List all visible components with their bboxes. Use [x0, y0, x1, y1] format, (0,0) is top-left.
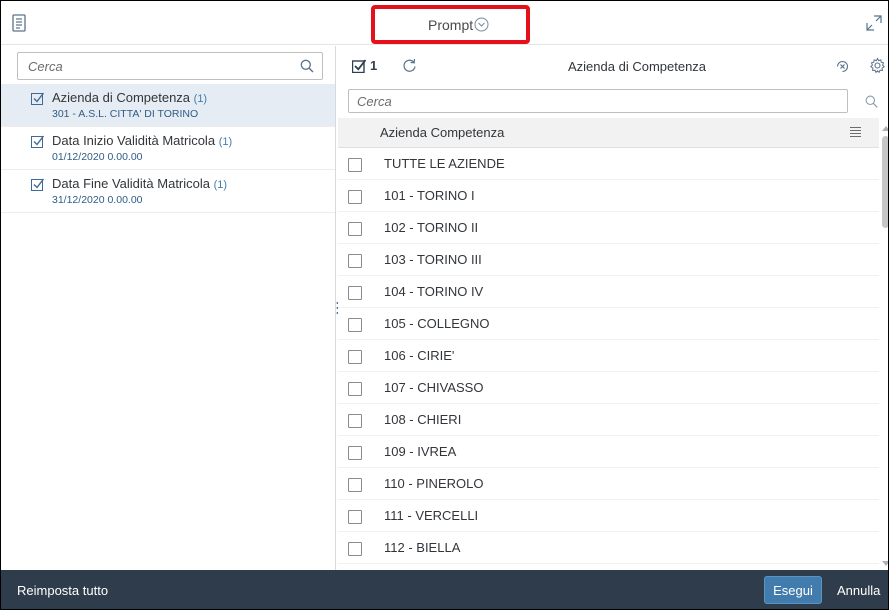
value-label: 110 - PINEROLO: [384, 476, 484, 491]
prompt-item-data-fine[interactable]: Data Fine Validità Matricola (1) 31/12/2…: [1, 170, 335, 213]
prompt-name-text: Azienda di Competenza: [52, 90, 191, 105]
expand-icon[interactable]: [864, 13, 884, 33]
prompt-list: Azienda di Competenza (1) 301 - A.S.L. C…: [1, 84, 335, 213]
refresh-icon[interactable]: [402, 58, 417, 73]
values-scrollbar[interactable]: [882, 126, 888, 566]
value-label: 112 - BIELLA: [384, 540, 461, 555]
dialog-title[interactable]: Prompt: [428, 17, 473, 33]
prompt-count: (1): [218, 136, 233, 148]
prompt-name-text: Data Inizio Validità Matricola: [52, 133, 216, 148]
value-row[interactable]: 110 - PINEROLO: [338, 468, 879, 500]
value-row[interactable]: 103 - TORINO III: [338, 244, 879, 276]
value-row[interactable]: TUTTE LE AZIENDE: [338, 148, 879, 180]
prompt-value: 31/12/2020 0.00.00: [52, 194, 143, 206]
value-label: 106 - CIRIE': [384, 348, 455, 363]
selected-values-icon[interactable]: [352, 59, 366, 73]
prompt-count: (1): [213, 179, 228, 191]
value-row[interactable]: 111 - VERCELLI: [338, 500, 879, 532]
value-label: 107 - CHIVASSO: [384, 380, 484, 395]
dialog-header: Prompt: [1, 1, 888, 45]
prompt-value: 01/12/2020 0.00.00: [52, 151, 143, 163]
value-row[interactable]: 104 - TORINO IV: [338, 276, 879, 308]
value-row[interactable]: 108 - CHIERI: [338, 404, 879, 436]
prompt-dialog: Prompt Azienda di: [0, 0, 889, 610]
scrollbar-thumb[interactable]: [882, 136, 888, 228]
column-header-label[interactable]: Azienda Competenza: [380, 125, 504, 140]
cancel-button[interactable]: Annulla: [833, 576, 888, 604]
value-checkbox[interactable]: [348, 510, 362, 524]
value-row[interactable]: 105 - COLLEGNO: [338, 308, 879, 340]
checked-icon: [31, 92, 44, 105]
value-row[interactable]: 107 - CHIVASSO: [338, 372, 879, 404]
values-toolbar: 1 Azienda di Competenza: [338, 46, 888, 84]
run-button[interactable]: Esegui: [764, 576, 822, 604]
prompt-summary-panel: Azienda di Competenza (1) 301 - A.S.L. C…: [1, 46, 336, 570]
selected-count[interactable]: 1: [370, 58, 377, 73]
values-table-header: Azienda Competenza: [338, 118, 879, 148]
value-label: 101 - TORINO I: [384, 188, 475, 203]
value-checkbox[interactable]: [348, 222, 362, 236]
prompt-item-azienda[interactable]: Azienda di Competenza (1) 301 - A.S.L. C…: [1, 84, 335, 127]
search-icon[interactable]: [300, 59, 314, 73]
values-search-box: [348, 89, 848, 113]
prompt-count: (1): [193, 93, 208, 105]
value-row[interactable]: 109 - IVREA: [338, 436, 879, 468]
value-label: 104 - TORINO IV: [384, 284, 484, 299]
value-row[interactable]: 112 - BIELLA: [338, 532, 879, 564]
list-view-icon[interactable]: [849, 126, 862, 138]
value-checkbox[interactable]: [348, 478, 362, 492]
values-list: TUTTE LE AZIENDE 101 - TORINO I 102 - TO…: [338, 148, 879, 569]
document-list-icon[interactable]: [9, 13, 29, 33]
values-panel-title: Azienda di Competenza: [568, 59, 707, 74]
value-row[interactable]: 106 - CIRIE': [338, 340, 879, 372]
value-row[interactable]: 102 - TORINO II: [338, 212, 879, 244]
value-row[interactable]: 101 - TORINO I: [338, 180, 879, 212]
value-label: 105 - COLLEGNO: [384, 316, 490, 331]
value-checkbox[interactable]: [348, 446, 362, 460]
value-checkbox[interactable]: [348, 382, 362, 396]
prompt-name: Data Inizio Validità Matricola (1): [52, 133, 232, 148]
scroll-down-arrow-icon[interactable]: [882, 561, 888, 566]
value-checkbox[interactable]: [348, 542, 362, 556]
value-label: 108 - CHIERI: [384, 412, 462, 427]
values-search-input[interactable]: [349, 90, 829, 112]
value-label: TUTTE LE AZIENDE: [384, 156, 505, 171]
value-checkbox[interactable]: [348, 254, 362, 268]
scroll-up-arrow-icon[interactable]: [882, 126, 888, 131]
value-label: 102 - TORINO II: [384, 220, 479, 235]
prompt-search-box: [17, 52, 323, 80]
value-checkbox[interactable]: [348, 190, 362, 204]
dialog-footer: Reimposta tutto Esegui Annulla: [1, 570, 888, 609]
value-label: 103 - TORINO III: [384, 252, 482, 267]
reset-all-button[interactable]: Reimposta tutto: [17, 579, 108, 601]
prompt-item-data-inizio[interactable]: Data Inizio Validità Matricola (1) 01/12…: [1, 127, 335, 170]
checked-icon: [31, 178, 44, 191]
clear-selection-icon[interactable]: [835, 59, 850, 74]
value-checkbox[interactable]: [348, 286, 362, 300]
search-icon[interactable]: [865, 95, 878, 108]
value-checkbox[interactable]: [348, 350, 362, 364]
chevron-down-circle-icon[interactable]: [474, 17, 489, 32]
value-checkbox[interactable]: [348, 414, 362, 428]
checked-icon: [31, 135, 44, 148]
value-label: 109 - IVREA: [384, 444, 457, 459]
prompt-name-text: Data Fine Validità Matricola: [52, 176, 210, 191]
gear-icon[interactable]: [869, 57, 886, 74]
prompt-name: Azienda di Competenza (1): [52, 90, 207, 105]
value-checkbox[interactable]: [348, 158, 362, 172]
prompt-values-panel: 1 Azienda di Competenza Aziend: [338, 46, 888, 570]
value-label: 111 - VERCELLI: [384, 508, 479, 523]
prompt-name: Data Fine Validità Matricola (1): [52, 176, 227, 191]
value-checkbox[interactable]: [348, 318, 362, 332]
prompt-value: 301 - A.S.L. CITTA' DI TORINO: [52, 108, 199, 120]
prompt-search-input[interactable]: [18, 53, 298, 79]
